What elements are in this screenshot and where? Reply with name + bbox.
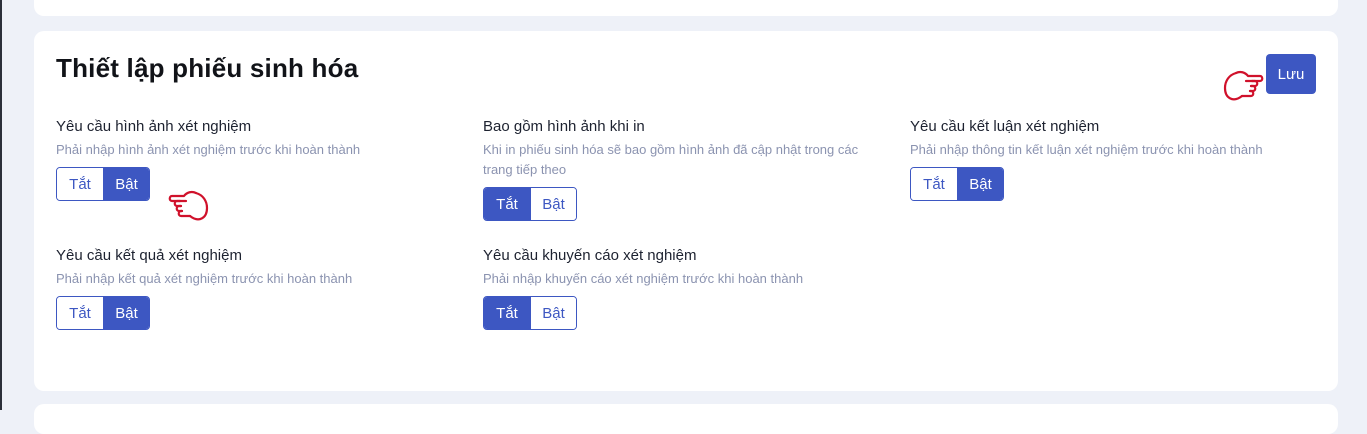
setting-require-test-image: Yêu cầu hình ảnh xét nghiệm Phải nhập hì… <box>56 117 456 201</box>
setting-require-test-result: Yêu cầu kết quả xét nghiệm Phải nhập kết… <box>56 246 456 330</box>
on-option[interactable]: Bật <box>530 188 576 220</box>
on-off-toggle: Tắt Bật <box>483 296 577 330</box>
setting-description: Phải nhập kết quả xét nghiệm trước khi h… <box>56 271 353 286</box>
on-option[interactable]: Bật <box>103 297 149 329</box>
setting-require-test-recommendation: Yêu cầu khuyến cáo xét nghiệm Phải nhập … <box>483 246 883 330</box>
off-option[interactable]: Tắt <box>57 297 103 329</box>
setting-description: Phải nhập thông tin kết luận xét nghiệm … <box>910 142 1263 157</box>
setting-description: Phải nhập hình ảnh xét nghiệm trước khi … <box>56 142 361 157</box>
setting-label: Yêu cầu khuyến cáo xét nghiệm <box>483 247 697 264</box>
on-option[interactable]: Bật <box>103 168 149 200</box>
off-option[interactable]: Tắt <box>911 168 957 200</box>
pointing-hand-icon <box>168 190 209 221</box>
save-button[interactable]: Lưu <box>1266 54 1316 94</box>
on-off-toggle: Tắt Bật <box>483 187 577 221</box>
setting-include-images-when-printing: Bao gồm hình ảnh khi in Khi in phiếu sin… <box>483 117 883 221</box>
pointing-hand-icon <box>1223 70 1264 101</box>
next-card <box>34 404 1338 434</box>
biochemistry-settings-card: Thiết lập phiếu sinh hóa Lưu Yêu cầu hìn… <box>34 31 1338 391</box>
setting-require-test-conclusion: Yêu cầu kết luận xét nghiệm Phải nhập th… <box>910 117 1310 201</box>
page-title: Thiết lập phiếu sinh hóa <box>56 53 359 83</box>
previous-card <box>34 0 1338 16</box>
on-off-toggle: Tắt Bật <box>56 167 150 201</box>
setting-description: Phải nhập khuyến cáo xét nghiệm trước kh… <box>483 271 804 286</box>
on-off-toggle: Tắt Bật <box>56 296 150 330</box>
off-option[interactable]: Tắt <box>484 188 530 220</box>
setting-label: Bao gồm hình ảnh khi in <box>483 118 645 135</box>
off-option[interactable]: Tắt <box>484 297 530 329</box>
setting-description: Khi in phiếu sinh hóa sẽ bao gồm hình ản… <box>483 142 859 177</box>
setting-label: Yêu cầu kết luận xét nghiệm <box>910 118 1100 135</box>
on-option[interactable]: Bật <box>957 168 1003 200</box>
off-option[interactable]: Tắt <box>57 168 103 200</box>
setting-label: Yêu cầu hình ảnh xét nghiệm <box>56 118 252 135</box>
on-off-toggle: Tắt Bật <box>910 167 1004 201</box>
setting-label: Yêu cầu kết quả xét nghiệm <box>56 247 242 264</box>
on-option[interactable]: Bật <box>530 297 576 329</box>
